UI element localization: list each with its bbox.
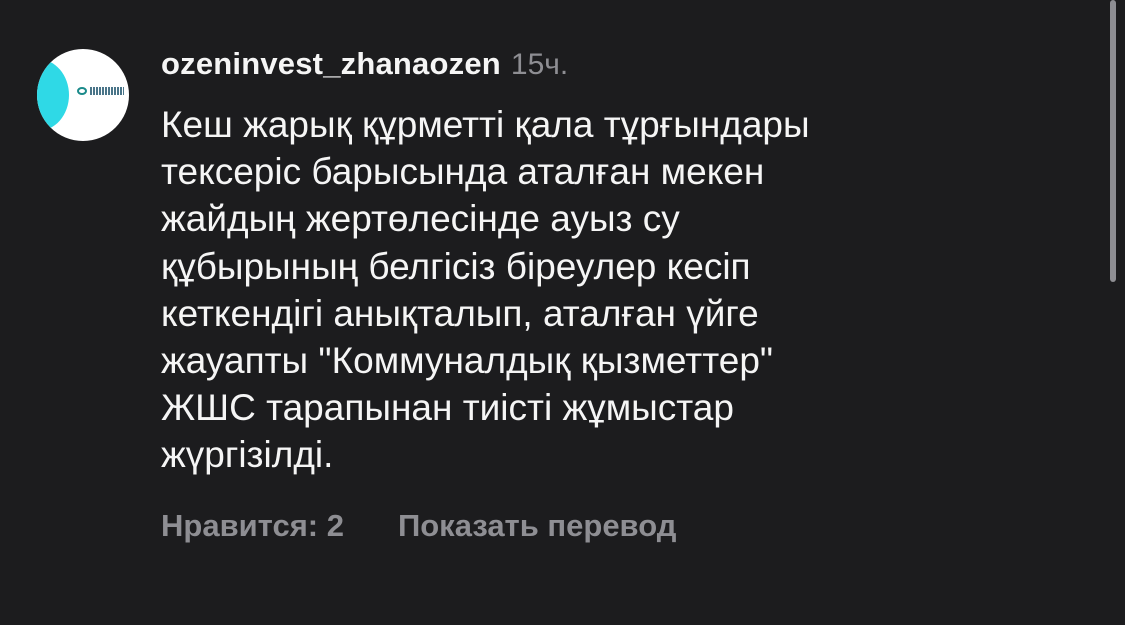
scrollbar-thumb[interactable] [1110, 0, 1116, 282]
likes-count-button[interactable]: Нравится: 2 [161, 508, 344, 544]
avatar-accent-shape [37, 59, 69, 131]
comment-body-line: Кеш жарық құрметті қала тұрғындары [161, 104, 810, 145]
logo-icon [77, 87, 87, 95]
comment-body-line: жайдың жертөлесінде ауыз су [161, 198, 680, 240]
comment-body-line: жауапты "Коммуналдық қызметтер" [161, 340, 774, 382]
logo-wordmark [90, 87, 124, 95]
comment-body-line: тексеріс барысында аталған мекен [161, 151, 765, 193]
username-link[interactable]: ozeninvest_zhanaozen [161, 46, 501, 82]
show-translation-button[interactable]: Показать перевод [398, 508, 676, 544]
comment-header: ozeninvest_zhanaozen 15ч. [161, 46, 568, 88]
comment-body-line: жүргізілді. [161, 434, 334, 476]
comment: ozeninvest_zhanaozen 15ч. Кеш жарық құрм… [0, 0, 1125, 625]
comment-body: Кеш жарық құрметті қала тұрғындары тексе… [161, 101, 941, 479]
timestamp: 15ч. [510, 48, 569, 81]
comment-body-line: ЖШС тарапынан тиісті жұмыстар [161, 387, 734, 429]
comment-body-line: кеткендігі анықталып, аталған үйге [161, 292, 759, 334]
avatar[interactable] [37, 49, 129, 141]
comment-body-line: құбырының белгісіз біреулер кесіп [161, 245, 751, 287]
comment-actions: Нравится: 2 Показать перевод [161, 508, 676, 544]
